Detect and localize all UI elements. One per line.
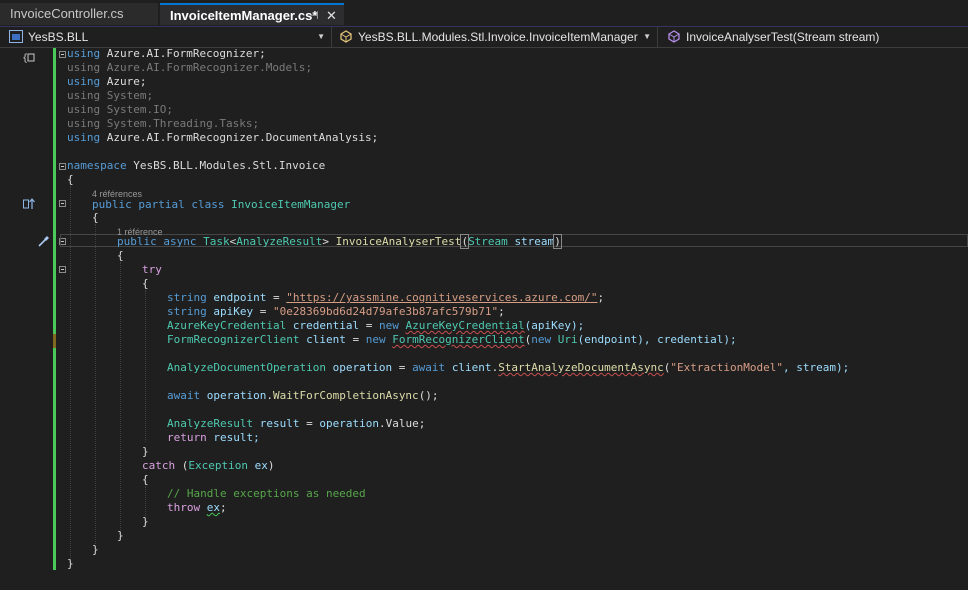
tab-strip: InvoiceController.cs InvoiceItemManager.… [0, 0, 968, 28]
code-line: AnalyzeResult result = operation.Value; [167, 417, 426, 430]
code-line: return result; [167, 431, 260, 444]
code-line: { [67, 173, 74, 186]
tab-label: InvoiceItemManager.cs* [170, 8, 318, 23]
code-line: using System.IO; [67, 103, 173, 116]
code-line: { [142, 277, 149, 290]
code-line: } [117, 529, 124, 542]
navigation-bar: YesBS.BLL ▼ YesBS.BLL.Modules.Stl.Invoic… [0, 27, 968, 48]
code-line: using Azure.AI.FormRecognizer.DocumentAn… [67, 131, 379, 144]
code-line: { [117, 249, 124, 262]
code-line: using System; [67, 89, 154, 102]
chevron-down-icon: ▼ [317, 32, 325, 41]
tab-invoice-controller[interactable]: InvoiceController.cs [0, 3, 158, 25]
code-line: using Azure; [67, 75, 147, 88]
code-line: public partial class InvoiceItemManager [92, 198, 351, 211]
code-line: using System.Threading.Tasks; [67, 117, 260, 130]
code-line: { [142, 473, 149, 486]
code-line: throw ex; [167, 501, 227, 514]
code-line: // Handle exceptions as needed [167, 487, 366, 500]
member-dropdown[interactable]: InvoiceAnalyserTest(Stream stream) [664, 27, 964, 47]
code-line: } [142, 515, 149, 528]
type-dropdown[interactable]: YesBS.BLL.Modules.Stl.Invoice.InvoiceIte… [336, 27, 658, 47]
code-line: using Azure.AI.FormRecognizer; [67, 47, 266, 60]
code-line: catch (Exception ex) [142, 459, 275, 472]
code-line: } [92, 543, 99, 556]
code-line: namespace YesBS.BLL.Modules.Stl.Invoice [67, 159, 326, 172]
type-name: YesBS.BLL.Modules.Stl.Invoice.InvoiceIte… [358, 30, 638, 44]
project-dropdown[interactable]: YesBS.BLL ▼ [6, 27, 332, 47]
close-icon[interactable]: ✕ [326, 5, 337, 27]
csharp-project-icon [9, 30, 23, 43]
class-icon [340, 30, 352, 43]
code-line: } [67, 557, 74, 570]
chevron-down-icon: ▼ [643, 32, 651, 41]
method-icon [668, 30, 680, 43]
tab-label: InvoiceController.cs [10, 6, 124, 21]
code-line: FormRecognizerClient client = new FormRe… [167, 333, 737, 346]
code-line: public async Task<AnalyzeResult> Invoice… [117, 234, 562, 249]
tab-invoice-item-manager[interactable]: InvoiceItemManager.cs* ⊣ ✕ [160, 3, 344, 25]
member-name: InvoiceAnalyserTest(Stream stream) [686, 30, 880, 44]
code-line: } [142, 445, 149, 458]
code-line: await operation.WaitForCompletionAsync()… [167, 389, 439, 402]
code-line: try [142, 263, 162, 276]
code-line: AzureKeyCredential credential = new Azur… [167, 319, 585, 332]
code-line: string apiKey = "0e28369bd6d24d79afe3b87… [167, 305, 505, 318]
pin-icon[interactable]: ⊣ [309, 5, 319, 27]
code-line: AnalyzeDocumentOperation operation = awa… [167, 361, 850, 374]
project-name: YesBS.BLL [28, 30, 89, 44]
code-line: { [92, 211, 99, 224]
code-editor[interactable]: { using Azure.AI.FormRecognizer; using A… [0, 47, 968, 590]
code-line: using Azure.AI.FormRecognizer.Models; [67, 61, 313, 74]
code-text: using Azure.AI.FormRecognizer; using Azu… [0, 47, 968, 590]
code-line: string endpoint = "https://yassmine.cogn… [167, 291, 605, 304]
